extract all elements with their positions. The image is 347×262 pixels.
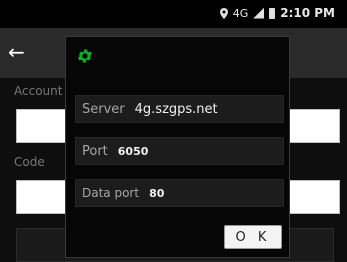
status-bar: 4G 2:10 PM	[0, 0, 347, 28]
ok-button[interactable]: O K	[224, 225, 282, 249]
port-label: Port	[82, 143, 108, 159]
data-port-row[interactable]: Data port 80	[75, 179, 284, 207]
account-label: Account	[14, 84, 63, 98]
battery-icon	[269, 7, 276, 19]
port-row[interactable]: Port 6050	[75, 137, 284, 165]
code-field-left[interactable]	[16, 180, 68, 214]
signal-icon	[253, 7, 265, 19]
status-indicators: 4G 2:10 PM	[219, 6, 335, 20]
back-arrow-icon[interactable]: ←	[8, 42, 25, 62]
status-time: 2:10 PM	[280, 6, 335, 20]
account-field-left[interactable]	[16, 109, 68, 143]
port-value[interactable]: 6050	[118, 145, 149, 158]
location-pin-icon	[219, 7, 228, 19]
data-port-value[interactable]: 80	[149, 187, 164, 200]
server-label: Server	[82, 101, 125, 117]
account-field-right[interactable]	[289, 109, 340, 143]
code-label: Code	[14, 155, 45, 169]
network-type: 4G	[232, 6, 249, 20]
code-field-right[interactable]	[289, 180, 340, 214]
gear-icon	[77, 49, 93, 63]
server-row[interactable]: Server 4g.szgps.net	[75, 95, 284, 123]
data-port-label: Data port	[82, 186, 140, 200]
server-value[interactable]: 4g.szgps.net	[135, 102, 218, 117]
server-settings-dialog: Server 4g.szgps.net Port 6050 Data port …	[65, 36, 290, 258]
